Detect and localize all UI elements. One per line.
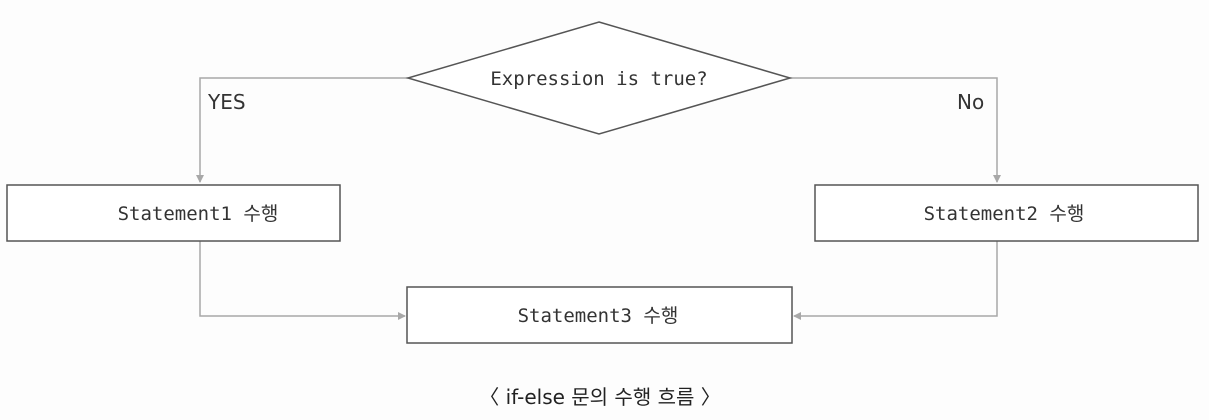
statement2-to-statement3-connector — [793, 241, 998, 320]
statement2-text: Statement2 수행 — [924, 203, 1085, 225]
figure-caption: 〈 if-else 문의 수행 흐름 〉 — [479, 385, 721, 409]
decision-text: Expression is true? — [490, 68, 707, 90]
no-label: No — [957, 90, 984, 114]
statement1-text: Statement1 수행 — [118, 203, 279, 225]
if-else-flowchart: Expression is true? YES No Statement1 수행… — [6, 21, 1199, 409]
yes-label: YES — [207, 90, 246, 114]
statement1-to-statement3-connector — [199, 241, 406, 320]
statement3-text: Statement3 수행 — [518, 305, 679, 327]
